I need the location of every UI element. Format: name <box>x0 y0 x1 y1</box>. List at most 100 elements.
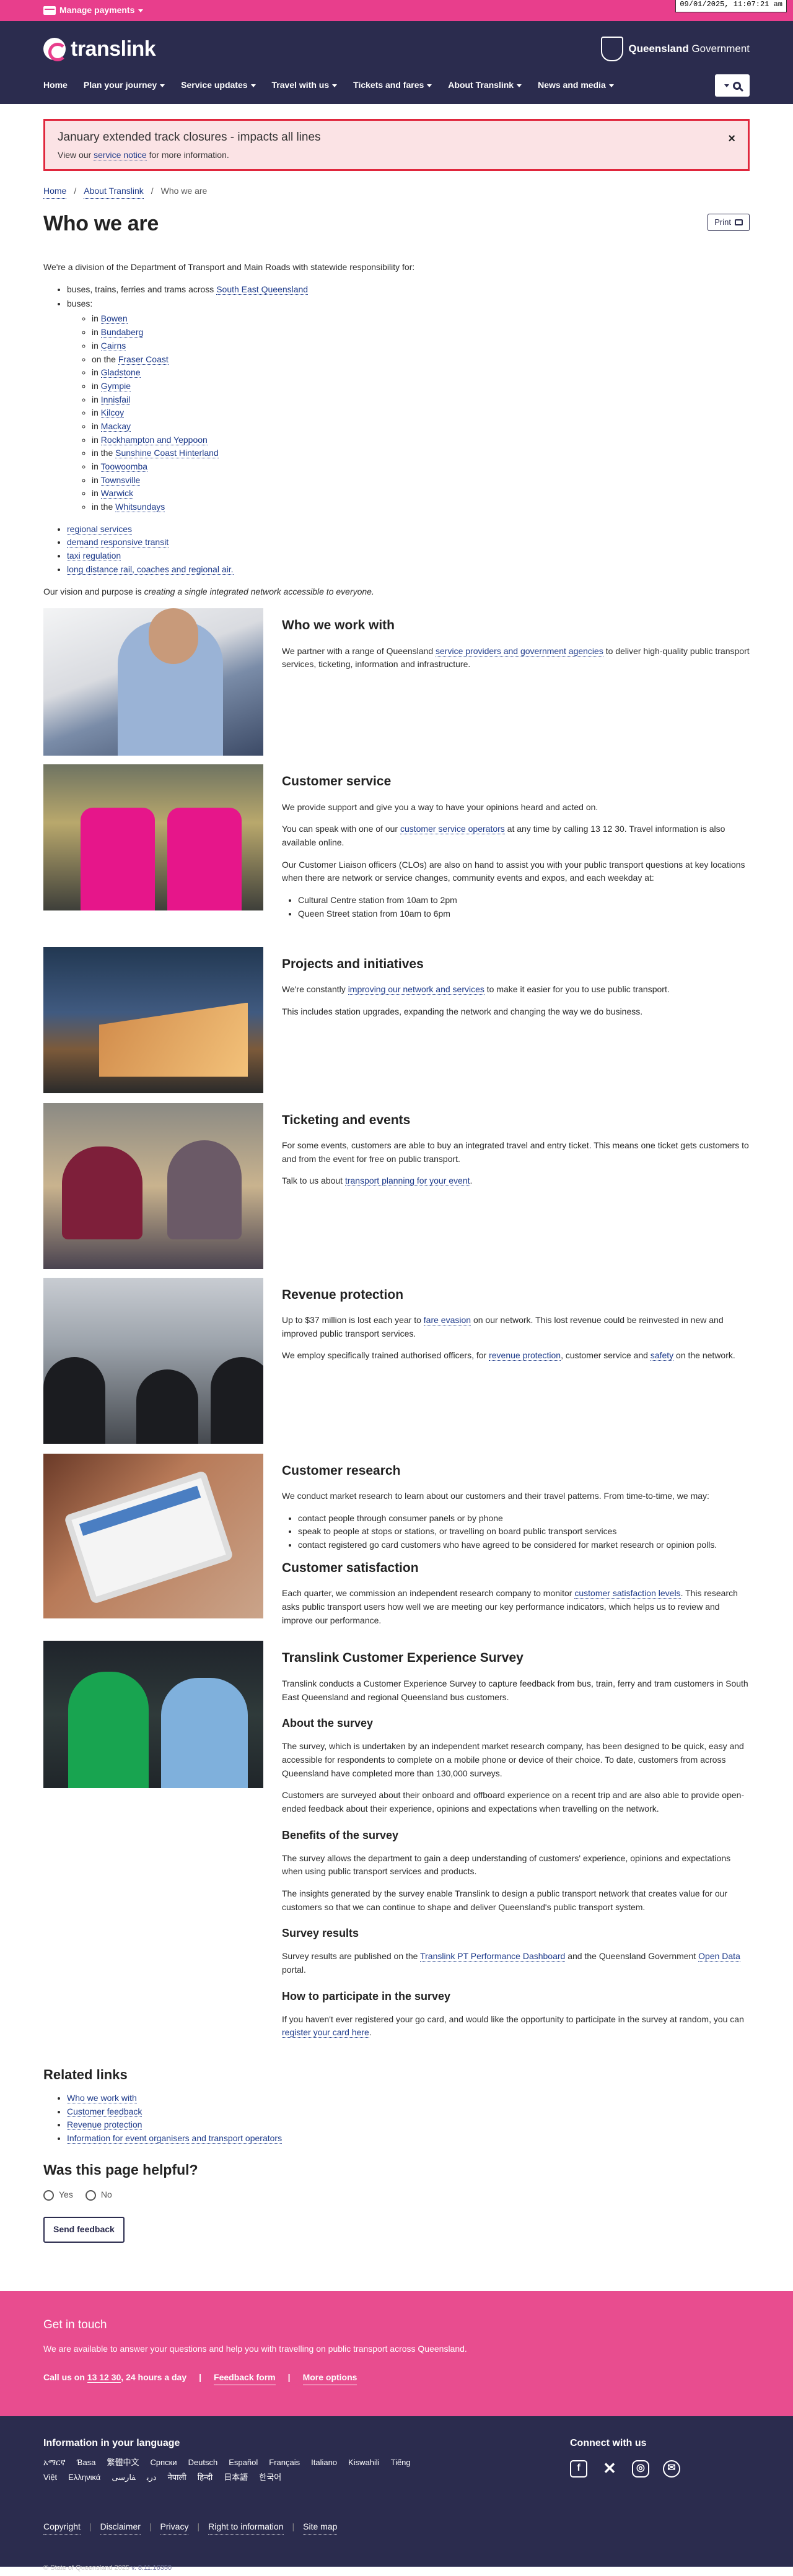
language-link[interactable]: አማርኛ <box>43 2458 66 2467</box>
bus-area-link[interactable]: Sunshine Coast Hinterland <box>115 448 219 459</box>
language-link[interactable]: हिन्दी <box>198 2473 213 2482</box>
language-link[interactable]: Српски <box>150 2458 177 2467</box>
nav-plan-your-journey[interactable]: Plan your journey <box>84 79 165 92</box>
language-link[interactable]: Ɓasa <box>77 2458 96 2467</box>
qld-government-logo[interactable]: Queensland Government <box>601 37 750 61</box>
open-data-link[interactable]: Open Data <box>698 1951 740 1962</box>
copyright-link[interactable]: Copyright <box>43 2520 81 2535</box>
bus-area-link[interactable]: Gympie <box>100 380 131 391</box>
service-link[interactable]: long distance rail, coaches and regional… <box>67 564 234 575</box>
service-link[interactable]: regional services <box>67 523 133 535</box>
bus-area-link[interactable]: Townsville <box>100 474 141 486</box>
language-link[interactable]: دری <box>147 2473 157 2482</box>
bus-area-link[interactable]: Innisfail <box>100 394 131 405</box>
officers-photo <box>43 1277 263 1444</box>
related-link[interactable]: Information for event organisers and tra… <box>67 2133 283 2144</box>
language-link[interactable]: 日本語 <box>224 2473 248 2482</box>
language-link[interactable]: Français <box>269 2458 300 2467</box>
site-map-link[interactable]: Site map <box>303 2520 338 2535</box>
language-link[interactable]: Italiano <box>311 2458 337 2467</box>
bus-area-link[interactable]: Bundaberg <box>100 327 144 338</box>
close-icon[interactable]: × <box>728 129 735 149</box>
email-icon[interactable]: ✉ <box>663 2460 680 2478</box>
fare-evasion-link[interactable]: fare evasion <box>423 1315 471 1326</box>
register-card-link[interactable]: register your card here <box>282 2027 369 2038</box>
language-link[interactable]: Español <box>229 2458 258 2467</box>
breadcrumb-home[interactable]: Home <box>43 185 67 199</box>
bus-area-link[interactable]: Whitsundays <box>115 502 165 513</box>
pt-dashboard-link[interactable]: Translink PT Performance Dashboard <box>420 1951 566 1962</box>
more-options-link[interactable]: More options <box>302 2371 357 2385</box>
manage-payments-link[interactable]: Manage payments <box>43 4 144 17</box>
bus-area-item: in Cairns <box>92 339 750 353</box>
bus-areas-list: in Bowenin Bundabergin Cairnson the Fras… <box>92 312 750 513</box>
bus-area-link[interactable]: Gladstone <box>100 367 141 378</box>
search-button[interactable] <box>715 74 750 97</box>
nav-service-updates[interactable]: Service updates <box>181 79 256 92</box>
nav-about-translink[interactable]: About Translink <box>448 79 522 92</box>
list-item: taxi regulation <box>67 549 750 563</box>
site-footer: Information in your language አማርኛ Ɓasa 繁體中… <box>0 2416 793 2572</box>
logo-text: translink <box>71 37 156 61</box>
chevron-down-icon <box>138 9 144 12</box>
bus-area-link[interactable]: Bowen <box>100 313 128 325</box>
card-icon <box>43 6 56 15</box>
x-icon[interactable]: ✕ <box>601 2459 618 2478</box>
service-link[interactable]: demand responsive transit <box>67 537 169 548</box>
bus-area-link[interactable]: Rockhampton and Yeppoon <box>100 434 208 445</box>
nav-travel-with-us[interactable]: Travel with us <box>272 79 338 92</box>
language-link[interactable]: Kiswahili <box>348 2458 380 2467</box>
customer-service-operators-link[interactable]: customer service operators <box>400 824 505 835</box>
nav-news-and-media[interactable]: News and media <box>538 79 614 92</box>
related-link[interactable]: Customer feedback <box>67 2106 142 2117</box>
bus-area-item: in the Whitsundays <box>92 500 750 514</box>
bus-area-link[interactable]: Kilcoy <box>100 408 125 419</box>
revenue-protection-link[interactable]: revenue protection <box>489 1350 561 1361</box>
bus-area-item: in Innisfail <box>92 393 750 407</box>
yes-radio[interactable]: Yes <box>43 2188 73 2202</box>
other-services-list: regional services demand responsive trans… <box>67 523 750 577</box>
instagram-icon[interactable]: ◎ <box>632 2460 649 2478</box>
feedback-form-link[interactable]: Feedback form <box>214 2371 276 2385</box>
bus-area-link[interactable]: Toowoomba <box>100 461 148 472</box>
language-link[interactable]: فارسی <box>112 2473 136 2482</box>
language-link[interactable]: नेपाली <box>168 2473 186 2482</box>
language-link[interactable]: Ελληνικά <box>68 2473 100 2482</box>
print-button[interactable]: Print <box>708 213 750 231</box>
safety-link[interactable]: safety <box>650 1350 674 1361</box>
bus-area-link[interactable]: Fraser Coast <box>118 354 169 365</box>
language-link[interactable]: 한국어 <box>259 2473 281 2482</box>
service-providers-link[interactable]: service providers and government agencie… <box>436 645 603 657</box>
send-feedback-button[interactable]: Send feedback <box>43 2217 125 2243</box>
phone-link[interactable]: 13 12 30 <box>87 2372 121 2383</box>
language-link[interactable]: Deutsch <box>188 2458 218 2467</box>
bus-area-link[interactable]: Mackay <box>100 421 131 432</box>
improving-network-link[interactable]: improving our network and services <box>348 984 484 995</box>
translink-logo[interactable]: translink <box>43 33 156 66</box>
satisfaction-levels-link[interactable]: customer satisfaction levels <box>574 1588 681 1599</box>
section-who-we-work-with: Who we work with We partner with a range… <box>43 608 750 756</box>
clo-staff-photo <box>43 764 263 911</box>
related-link[interactable]: Who we work with <box>67 2092 137 2103</box>
privacy-link[interactable]: Privacy <box>160 2520 189 2535</box>
seq-link[interactable]: South East Queensland <box>216 284 309 295</box>
touch-text: We are available to answer your question… <box>43 2344 467 2354</box>
nav-home[interactable]: Home <box>43 79 68 92</box>
section-survey: Translink Customer Experience Survey Tra… <box>43 1641 750 2048</box>
breadcrumb-about-translink[interactable]: About Translink <box>84 185 144 199</box>
nav-tickets-and-fares[interactable]: Tickets and fares <box>353 79 432 92</box>
bus-area-link[interactable]: Warwick <box>100 488 134 499</box>
service-notice-link[interactable]: service notice <box>94 150 147 161</box>
language-link[interactable]: 繁體中文 <box>107 2458 139 2467</box>
section-customer-service: Customer service We provide support and … <box>43 764 750 927</box>
disclaimer-link[interactable]: Disclaimer <box>100 2520 141 2535</box>
bus-area-link[interactable]: Cairns <box>100 340 126 351</box>
chevron-down-icon <box>608 84 614 87</box>
clock-readout: 09/01/2025, 11:07:21 am <box>675 0 787 12</box>
related-link[interactable]: Revenue protection <box>67 2120 142 2131</box>
event-planning-link[interactable]: transport planning for your event <box>344 1176 470 1187</box>
facebook-icon[interactable]: f <box>570 2460 587 2478</box>
right-to-information-link[interactable]: Right to information <box>208 2520 284 2535</box>
no-radio[interactable]: No <box>85 2188 112 2202</box>
service-link[interactable]: taxi regulation <box>67 551 121 562</box>
